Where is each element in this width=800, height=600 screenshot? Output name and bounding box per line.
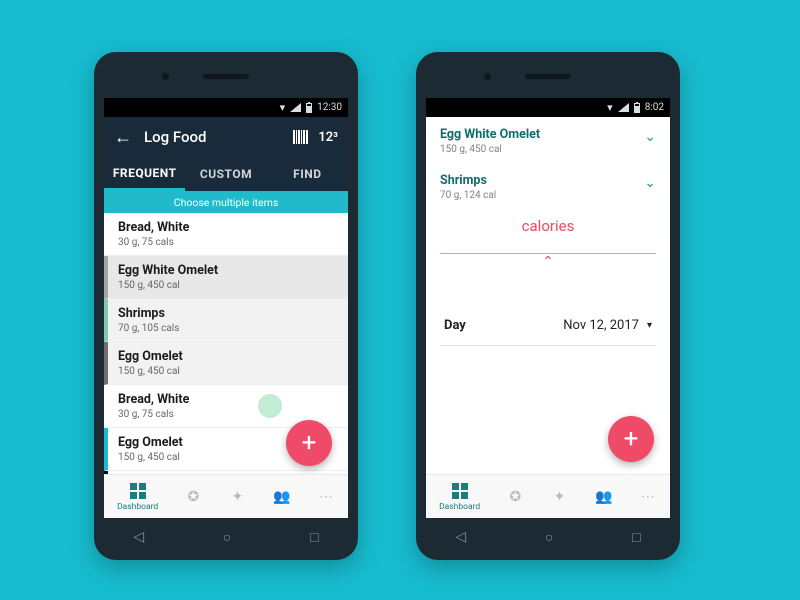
food-meta: 150 g, 450 cal — [118, 280, 338, 291]
chevron-up-icon[interactable]: ⌃ — [426, 254, 670, 280]
nav-dashboard[interactable]: Dashboard — [439, 482, 480, 512]
badge-icon: ✪ — [184, 488, 202, 506]
tab-label: FREQUENT — [113, 166, 177, 180]
numeric-entry-icon[interactable]: 12³ — [318, 130, 338, 145]
tab-custom[interactable]: CUSTOM — [185, 157, 266, 191]
nav-guidance[interactable]: ✦ — [551, 488, 569, 506]
food-meta: 70 g, 105 cals — [118, 323, 338, 334]
compass-icon: ✦ — [229, 488, 247, 506]
tab-find[interactable]: FIND — [267, 157, 348, 191]
calories-label: calories — [426, 209, 670, 253]
dashboard-icon — [129, 482, 147, 500]
signal-icon — [290, 103, 301, 112]
page-title: Log Food — [144, 128, 293, 146]
food-meta: 150 g, 450 cal — [118, 366, 338, 377]
back-icon[interactable]: ← — [114, 127, 132, 148]
multi-select-banner[interactable]: Choose multiple items — [104, 191, 348, 213]
recents-hw-icon[interactable]: □ — [310, 529, 318, 546]
badge-icon: ✪ — [506, 488, 524, 506]
summary-item[interactable]: Shrimps 70 g, 124 cal ⌄ — [426, 163, 670, 209]
back-hw-icon[interactable]: ◁ — [455, 529, 466, 546]
tab-label: FIND — [293, 167, 321, 181]
nav-more[interactable]: ⋯ — [639, 488, 657, 506]
tab-label: CUSTOM — [200, 167, 252, 181]
date-label: Day — [444, 318, 466, 333]
food-name: Bread, White — [118, 220, 338, 235]
item-name: Egg White Omelet — [440, 127, 644, 142]
recents-hw-icon[interactable]: □ — [632, 529, 640, 546]
dropdown-icon: ▾ — [647, 320, 652, 331]
wifi-icon: ▾ — [607, 102, 613, 113]
food-name: Egg White Omelet — [118, 263, 338, 278]
add-fab[interactable]: + — [286, 420, 332, 466]
hw-buttons: ◁ ○ □ — [416, 529, 680, 546]
nav-challenges[interactable]: ✪ — [184, 488, 202, 506]
food-name: Shrimps — [118, 306, 338, 321]
friends-icon: 👥 — [273, 488, 291, 506]
date-value: Nov 12, 2017 — [563, 318, 639, 333]
item-meta: 70 g, 124 cal — [440, 190, 644, 201]
tap-ripple-icon — [258, 394, 282, 418]
food-row[interactable]: Egg White Omelet 150 g, 450 cal — [104, 256, 348, 299]
food-meta: 30 g, 75 cals — [118, 409, 338, 420]
food-row[interactable]: Shrimps 70 g, 105 cals — [104, 299, 348, 342]
phone-camera — [484, 73, 491, 80]
battery-icon — [306, 103, 312, 113]
banner-text: Choose multiple items — [174, 196, 279, 209]
add-fab[interactable]: + — [608, 416, 654, 462]
home-hw-icon[interactable]: ○ — [223, 529, 231, 546]
dashboard-icon — [451, 482, 469, 500]
more-icon: ⋯ — [639, 488, 657, 506]
plus-icon: + — [624, 424, 639, 454]
back-hw-icon[interactable]: ◁ — [133, 529, 144, 546]
nav-challenges[interactable]: ✪ — [506, 488, 524, 506]
nav-friends[interactable]: 👥 — [273, 488, 291, 506]
chevron-down-icon[interactable]: ⌄ — [644, 173, 656, 191]
barcode-icon[interactable] — [293, 130, 308, 144]
nav-more[interactable]: ⋯ — [317, 488, 335, 506]
hw-buttons: ◁ ○ □ — [94, 529, 358, 546]
date-row[interactable]: Day Nov 12, 2017 ▾ — [426, 308, 670, 343]
nav-label: Dashboard — [117, 502, 158, 512]
phone-speaker — [203, 74, 249, 79]
phone-left: ▾ 12:30 ← Log Food 12³ FREQUENT CUSTOM F… — [94, 52, 358, 560]
app-bar: ← Log Food 12³ — [104, 117, 348, 157]
divider — [440, 345, 656, 346]
status-bar: ▾ 12:30 — [104, 98, 348, 117]
nav-friends[interactable]: 👥 — [595, 488, 613, 506]
chevron-down-icon[interactable]: ⌄ — [644, 127, 656, 145]
phone-right: ▾ 8:02 Egg White Omelet 150 g, 450 cal ⌄… — [416, 52, 680, 560]
status-time: 12:30 — [317, 102, 342, 113]
food-name: Bread, White — [118, 392, 338, 407]
item-name: Shrimps — [440, 173, 644, 188]
bottom-nav: Dashboard ✪ ✦ 👥 ⋯ — [104, 474, 348, 518]
home-hw-icon[interactable]: ○ — [545, 529, 553, 546]
plus-icon: + — [302, 428, 317, 458]
phone-speaker — [525, 74, 571, 79]
tab-frequent[interactable]: FREQUENT — [104, 157, 185, 191]
nav-label: Dashboard — [439, 502, 480, 512]
status-time: 8:02 — [645, 102, 664, 113]
friends-icon: 👥 — [595, 488, 613, 506]
food-row[interactable]: Egg Omelet 150 g, 450 cal — [104, 342, 348, 385]
tabs: FREQUENT CUSTOM FIND — [104, 157, 348, 191]
status-bar: ▾ 8:02 — [426, 98, 670, 117]
summary-item[interactable]: Egg White Omelet 150 g, 450 cal ⌄ — [426, 117, 670, 163]
compass-icon: ✦ — [551, 488, 569, 506]
calories-underline — [440, 253, 656, 254]
more-icon: ⋯ — [317, 488, 335, 506]
nav-guidance[interactable]: ✦ — [229, 488, 247, 506]
food-name: Egg Omelet — [118, 349, 338, 364]
wifi-icon: ▾ — [280, 102, 286, 113]
food-meta: 30 g, 75 cals — [118, 237, 338, 248]
item-meta: 150 g, 450 cal — [440, 144, 644, 155]
phone-camera — [162, 73, 169, 80]
screen-right: ▾ 8:02 Egg White Omelet 150 g, 450 cal ⌄… — [426, 98, 670, 518]
signal-icon — [618, 103, 629, 112]
screen-left: ▾ 12:30 ← Log Food 12³ FREQUENT CUSTOM F… — [104, 98, 348, 518]
battery-icon — [634, 103, 640, 113]
bottom-nav: Dashboard ✪ ✦ 👥 ⋯ — [426, 474, 670, 518]
nav-dashboard[interactable]: Dashboard — [117, 482, 158, 512]
food-row[interactable]: Bread, White 30 g, 75 cals — [104, 213, 348, 256]
